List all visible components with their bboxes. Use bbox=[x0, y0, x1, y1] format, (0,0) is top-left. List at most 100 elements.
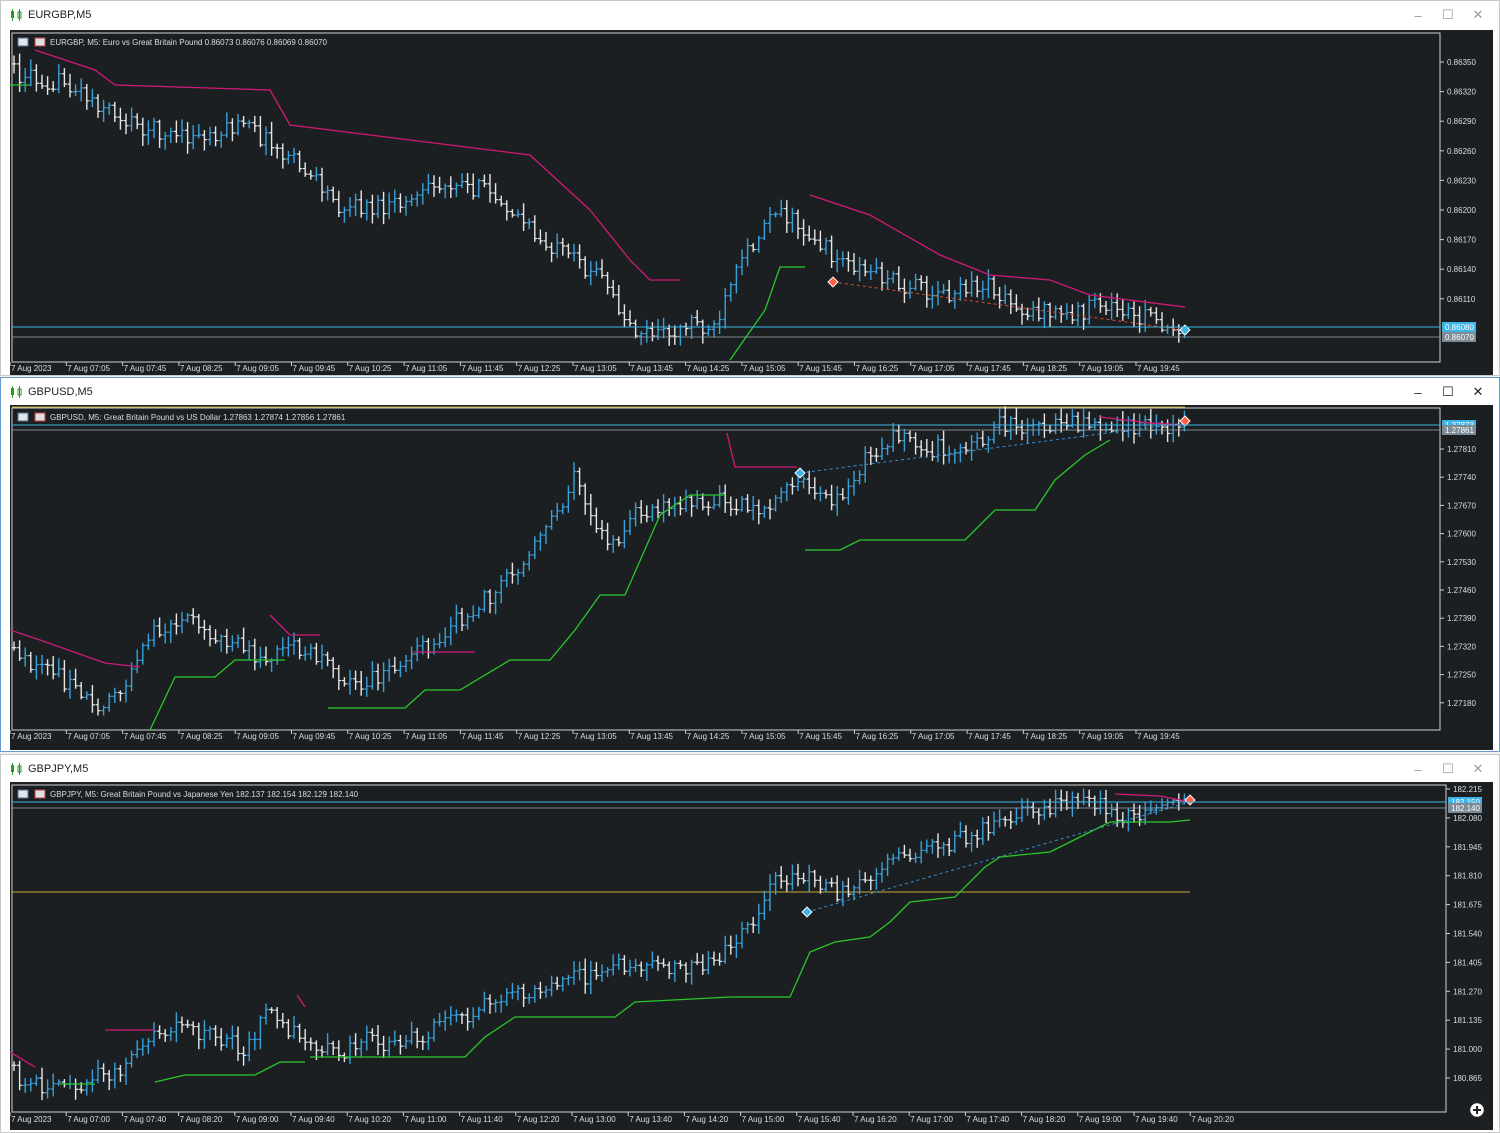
price-bar bbox=[403, 654, 409, 673]
x-tick-label: 7 Aug 13:00 bbox=[573, 1115, 616, 1124]
price-bar bbox=[952, 830, 958, 853]
price-bar bbox=[257, 646, 263, 668]
price-bar bbox=[509, 209, 515, 218]
price-bar bbox=[515, 209, 521, 218]
price-bar bbox=[991, 811, 997, 836]
price-bar bbox=[896, 847, 902, 861]
price-bar bbox=[806, 470, 812, 495]
price-bar bbox=[470, 173, 476, 200]
price-bar bbox=[677, 960, 683, 970]
x-tick-label: 7 Aug 14:25 bbox=[687, 732, 730, 741]
price-bar bbox=[784, 875, 790, 892]
window-titlebar[interactable]: EURGBP,M5 – ☐ ✕ bbox=[1, 1, 1499, 29]
price-bar bbox=[1103, 422, 1109, 433]
price-bar bbox=[1053, 413, 1059, 435]
close-button[interactable]: ✕ bbox=[1463, 755, 1493, 783]
y-tick-label: 0.86200 bbox=[1447, 206, 1476, 215]
price-bar bbox=[1086, 789, 1092, 807]
price-bar bbox=[1030, 300, 1036, 322]
x-tick-label: 7 Aug 09:45 bbox=[293, 732, 336, 741]
price-bar bbox=[565, 974, 571, 986]
window-titlebar[interactable]: GBPUSD,M5 – ☐ ✕ bbox=[1, 378, 1499, 406]
price-bar bbox=[168, 127, 174, 144]
price-bar bbox=[582, 958, 588, 994]
x-tick-label: 7 Aug 14:20 bbox=[685, 1115, 728, 1124]
price-bar bbox=[1025, 798, 1031, 816]
price-bar bbox=[73, 1078, 79, 1100]
price-bar bbox=[459, 1012, 465, 1024]
price-bar bbox=[969, 434, 975, 461]
price-bar bbox=[532, 985, 538, 1003]
price-bar bbox=[599, 259, 605, 279]
price-bar bbox=[291, 632, 297, 655]
close-button[interactable]: ✕ bbox=[1463, 378, 1493, 406]
price-chart[interactable]: GBPUSD, M5: Great Britain Pound vs US Do… bbox=[10, 405, 1493, 750]
price-bar bbox=[56, 658, 62, 678]
price-bar bbox=[761, 219, 767, 241]
chart-window-gbpusd[interactable]: GBPUSD,M5 – ☐ ✕ GBPUSD, M5: Great Britai… bbox=[0, 377, 1500, 752]
price-bar bbox=[974, 432, 980, 450]
price-bar bbox=[285, 150, 291, 165]
price-bar bbox=[448, 616, 454, 646]
price-bar bbox=[829, 877, 835, 888]
price-bar bbox=[537, 229, 543, 245]
y-tick-label: 182.080 bbox=[1453, 814, 1482, 823]
x-axis: 7 Aug 2023 7 Aug 07:05 7 Aug 07:45 7 Aug 08… bbox=[10, 362, 1180, 373]
x-tick-label: 7 Aug 16:25 bbox=[856, 364, 899, 373]
price-bar bbox=[599, 519, 605, 540]
price-bar bbox=[157, 119, 163, 148]
x-tick-label: 7 Aug 11:45 bbox=[461, 364, 504, 373]
price-bar bbox=[246, 640, 252, 661]
price-bar bbox=[935, 434, 941, 463]
maximize-button[interactable]: ☐ bbox=[1433, 755, 1463, 783]
price-bar bbox=[1153, 307, 1159, 324]
price-bar bbox=[173, 1012, 179, 1043]
price-bar bbox=[1086, 295, 1092, 325]
chart-window-eurgbp[interactable]: EURGBP,M5 – ☐ ✕ EURGBP, M5: Euro vs Grea… bbox=[0, 0, 1500, 376]
price-bar bbox=[1075, 792, 1081, 810]
x-tick-label: 7 Aug 19:00 bbox=[1079, 1115, 1122, 1124]
x-tick-label: 7 Aug 11:05 bbox=[405, 732, 448, 741]
y-tick-label: 0.86170 bbox=[1447, 236, 1476, 245]
x-tick-label: 7 Aug 17:45 bbox=[968, 732, 1011, 741]
price-bar bbox=[117, 107, 123, 130]
price-bar bbox=[728, 496, 734, 517]
symbol-info: EURGBP, M5: Euro vs Great Britain Pound … bbox=[17, 37, 327, 47]
x-tick-label: 7 Aug 11:45 bbox=[461, 732, 504, 741]
x-tick-label: 7 Aug 08:25 bbox=[180, 732, 223, 741]
minimize-button[interactable]: – bbox=[1403, 755, 1433, 783]
trade-arrow-icon bbox=[801, 906, 813, 918]
price-bar bbox=[985, 436, 991, 453]
maximize-button[interactable]: ☐ bbox=[1433, 1, 1463, 29]
price-bar bbox=[151, 1022, 157, 1047]
chart-window-gbpjpy[interactable]: GBPJPY,M5 – ☐ ✕ GBPJPY, M5: Great Britai… bbox=[0, 754, 1500, 1133]
x-tick-label: 7 Aug 13:45 bbox=[630, 364, 673, 373]
price-bar bbox=[1064, 303, 1070, 320]
zoom-icon[interactable] bbox=[1465, 1098, 1495, 1128]
price-chart[interactable]: EURGBP, M5: Euro vs Great Britain Pound … bbox=[10, 30, 1493, 375]
maximize-button[interactable]: ☐ bbox=[1433, 378, 1463, 406]
price-bar bbox=[649, 503, 655, 522]
price-bar bbox=[638, 500, 644, 524]
price-bar bbox=[621, 955, 627, 975]
price-chart[interactable]: GBPJPY, M5: Great Britain Pound vs Japan… bbox=[10, 782, 1493, 1130]
price-bar bbox=[414, 191, 420, 207]
price-bar bbox=[190, 125, 196, 150]
x-tick-label: 7 Aug 13:45 bbox=[630, 732, 673, 741]
price-bar bbox=[207, 625, 213, 647]
price-bar bbox=[694, 952, 700, 965]
minimize-button[interactable]: – bbox=[1403, 378, 1433, 406]
price-bar bbox=[722, 288, 728, 329]
price-bar bbox=[543, 524, 549, 545]
price-bar bbox=[1125, 302, 1131, 319]
price-bar bbox=[616, 953, 622, 970]
window-titlebar[interactable]: GBPJPY,M5 – ☐ ✕ bbox=[1, 755, 1499, 783]
price-bar bbox=[997, 809, 1003, 828]
price-bar bbox=[918, 440, 924, 457]
trade-arrow-icon bbox=[1184, 794, 1196, 806]
close-button[interactable]: ✕ bbox=[1463, 1, 1493, 29]
x-tick-label: 7 Aug 15:05 bbox=[743, 364, 786, 373]
minimize-button[interactable]: – bbox=[1403, 1, 1433, 29]
plot-frame bbox=[11, 407, 1441, 731]
price-bar bbox=[649, 322, 655, 342]
